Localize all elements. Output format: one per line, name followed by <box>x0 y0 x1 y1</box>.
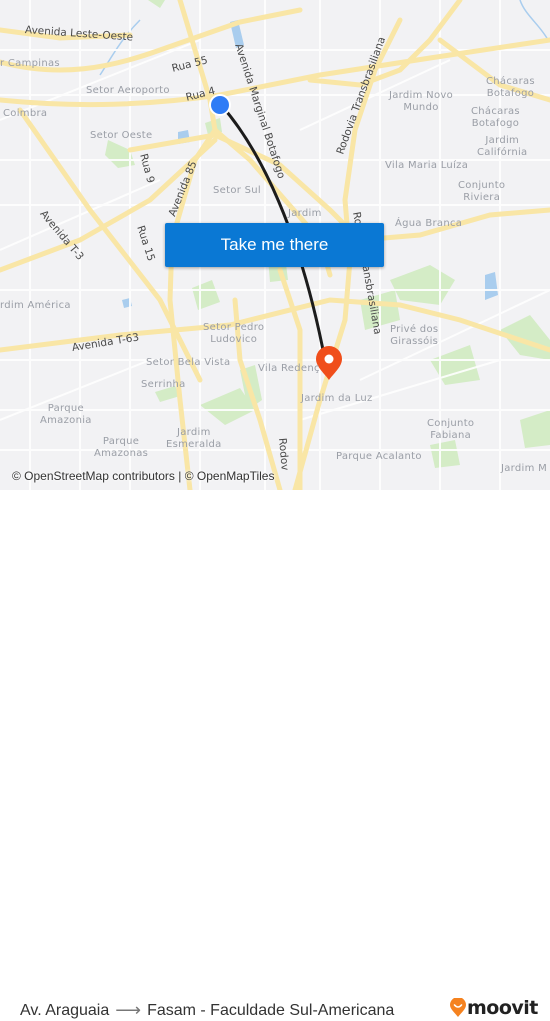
neighborhood-label: Setor Aeroporto <box>86 85 170 96</box>
origin-name: Av. Araguaia <box>20 1001 110 1019</box>
arrow-right-icon: ⟶ <box>115 1000 142 1020</box>
neighborhood-label: Setor Sul <box>213 185 261 196</box>
neighborhood-label: Jardim Califórnia <box>477 135 528 158</box>
moovit-pin-icon <box>450 998 466 1017</box>
water <box>485 272 498 300</box>
take-me-there-button[interactable]: Take me there <box>165 223 384 267</box>
neighborhood-label: Vila Maria Luíza <box>385 160 469 171</box>
neighborhood-label: Jardim da Luz <box>301 393 373 404</box>
destination-name: Fasam - Faculdade Sul-Americana <box>147 1001 395 1019</box>
neighborhood-label: Serrinha <box>141 379 186 390</box>
neighborhood-label: Jardim <box>288 208 322 219</box>
neighborhood-label: Parque Acalanto <box>336 451 422 462</box>
park <box>430 440 460 468</box>
neighborhood-label: Vila Redenç <box>258 363 320 374</box>
neighborhood-label: rdim América <box>0 300 71 311</box>
neighborhood-label: Coimbra <box>3 108 48 119</box>
park <box>192 280 220 310</box>
neighborhood-label: Setor Bela Vista <box>146 357 231 368</box>
neighborhood-label: Conjunto Fabiana <box>427 418 475 441</box>
neighborhood-label: Jardim Esmeralda <box>166 427 222 450</box>
park <box>520 410 550 448</box>
neighborhood-label: Água Branca <box>395 218 463 229</box>
attribution-text[interactable]: © OpenStreetMap contributors | © OpenMap… <box>12 469 274 483</box>
neighborhood-label: Jardim Novo Mundo <box>389 90 453 113</box>
neighborhood-label: Setor Pedro Ludovico <box>203 322 265 345</box>
moovit-wordmark: moovit <box>467 997 538 1019</box>
footer: Av. Araguaia ⟶ Fasam - Faculdade Sul-Ame… <box>0 490 550 1020</box>
neighborhood-label: Conjunto Riviera <box>458 180 506 203</box>
neighborhood-label: Setor Oeste <box>90 130 153 141</box>
park <box>390 265 455 305</box>
route-summary: Av. Araguaia ⟶ Fasam - Faculdade Sul-Ame… <box>20 1000 394 1021</box>
origin-marker <box>211 96 229 114</box>
neighborhood-label: Parque Amazonia <box>40 403 92 426</box>
neighborhood-label: Chácaras Botafogo <box>471 106 520 129</box>
stream <box>519 0 549 41</box>
neighborhood-label: r Campinas <box>0 58 60 69</box>
neighborhood-label: Jardim M <box>501 463 548 474</box>
park <box>148 0 165 8</box>
neighborhood-label: Privé dos Girassóis <box>390 324 439 347</box>
neighborhood-label: Parque Amazonas <box>94 436 149 459</box>
neighborhood-label: Chácaras Botafogo <box>486 76 535 99</box>
map-view[interactable]: Setor Aeroporto r Campinas Coimbra Setor… <box>0 0 550 490</box>
moovit-logo[interactable]: moovit <box>449 997 538 1019</box>
map-attribution[interactable]: © OpenStreetMap contributors | © OpenMap… <box>12 469 274 483</box>
